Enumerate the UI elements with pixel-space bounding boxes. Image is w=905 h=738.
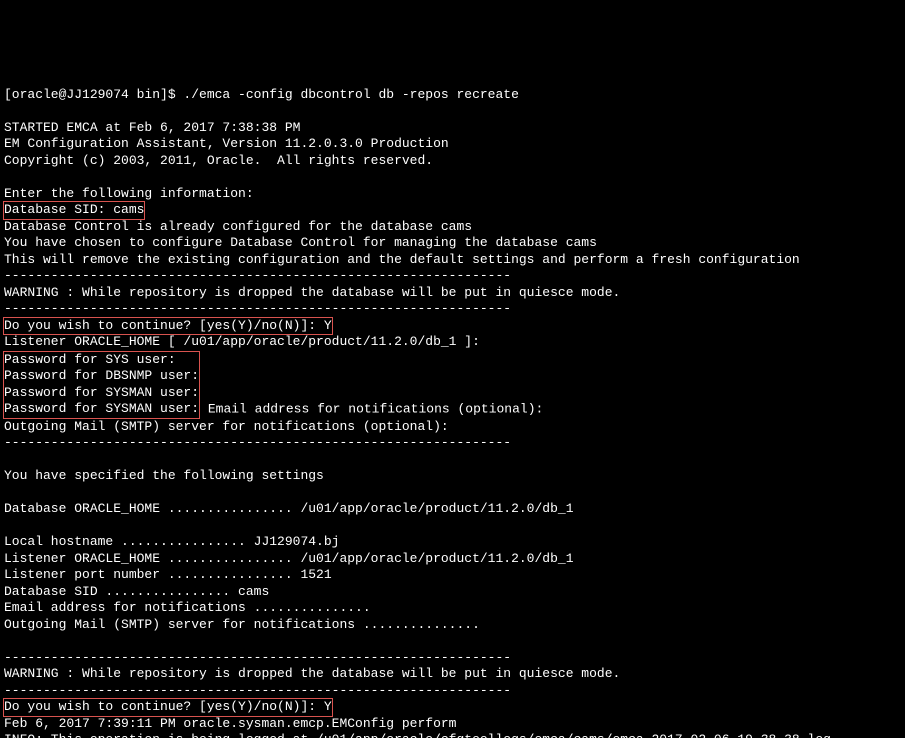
divider-line: ----------------------------------------… xyxy=(4,683,511,698)
database-sid-line: Database SID ................ cams xyxy=(4,584,269,599)
email-line: Email address for notifications ........… xyxy=(4,600,371,615)
db-oracle-home-line: Database ORACLE_HOME ................ /u… xyxy=(4,501,574,516)
password-prompts-highlight: Password for SYS user: Password for DBSN… xyxy=(4,351,200,419)
smtp-line-2: Outgoing Mail (SMTP) server for notifica… xyxy=(4,617,480,632)
chosen-line: You have chosen to configure Database Co… xyxy=(4,235,597,250)
log-line: Feb 6, 2017 7:39:11 PM oracle.sysman.emc… xyxy=(4,716,456,731)
listener-oracle-home-line: Listener ORACLE_HOME ................ /u… xyxy=(4,551,574,566)
local-hostname-line: Local hostname ................ JJ129074… xyxy=(4,534,339,549)
shell-prompt-line: [oracle@JJ129074 bin]$ ./emca -config db… xyxy=(4,87,519,102)
terminal-output: [oracle@JJ129074 bin]$ ./emca -config db… xyxy=(0,66,905,738)
smtp-line: Outgoing Mail (SMTP) server for notifica… xyxy=(4,419,449,434)
password-sysman2-line: Password for SYSMAN user: xyxy=(3,401,200,419)
copyright-line: Copyright (c) 2003, 2011, Oracle. All ri… xyxy=(4,153,433,168)
warning-line-2: WARNING : While repository is dropped th… xyxy=(4,666,620,681)
continue-prompt-highlight-2: Do you wish to continue? [yes(Y)/no(N)]:… xyxy=(4,699,332,716)
warning-line: WARNING : While repository is dropped th… xyxy=(4,285,620,300)
divider-line: ----------------------------------------… xyxy=(4,435,511,450)
continue-prompt-highlight: Do you wish to continue? [yes(Y)/no(N)]:… xyxy=(4,318,332,335)
listener-port-line: Listener port number ................ 15… xyxy=(4,567,332,582)
divider-line: ----------------------------------------… xyxy=(4,301,511,316)
version-line: EM Configuration Assistant, Version 11.2… xyxy=(4,136,449,151)
divider-line: ----------------------------------------… xyxy=(4,268,511,283)
remove-line: This will remove the existing configurat… xyxy=(4,252,800,267)
password-sys-line: Password for SYS user: xyxy=(3,351,200,369)
enter-info-line: Enter the following information: xyxy=(4,186,254,201)
divider-line: ----------------------------------------… xyxy=(4,650,511,665)
listener-line: Listener ORACLE_HOME [ /u01/app/oracle/p… xyxy=(4,334,480,349)
log-line: INFO: This operation is being logged at … xyxy=(4,732,839,738)
started-line: STARTED EMCA at Feb 6, 2017 7:38:38 PM xyxy=(4,120,300,135)
email-address-line: Email address for notifications (optiona… xyxy=(200,401,543,416)
database-sid-highlight: Database SID: cams xyxy=(4,202,144,219)
password-dbsnmp-line: Password for DBSNMP user: xyxy=(3,368,200,385)
specified-line: You have specified the following setting… xyxy=(4,468,324,483)
password-sysman-line: Password for SYSMAN user: xyxy=(3,385,200,402)
dbcontrol-status-line: Database Control is already configured f… xyxy=(4,219,472,234)
